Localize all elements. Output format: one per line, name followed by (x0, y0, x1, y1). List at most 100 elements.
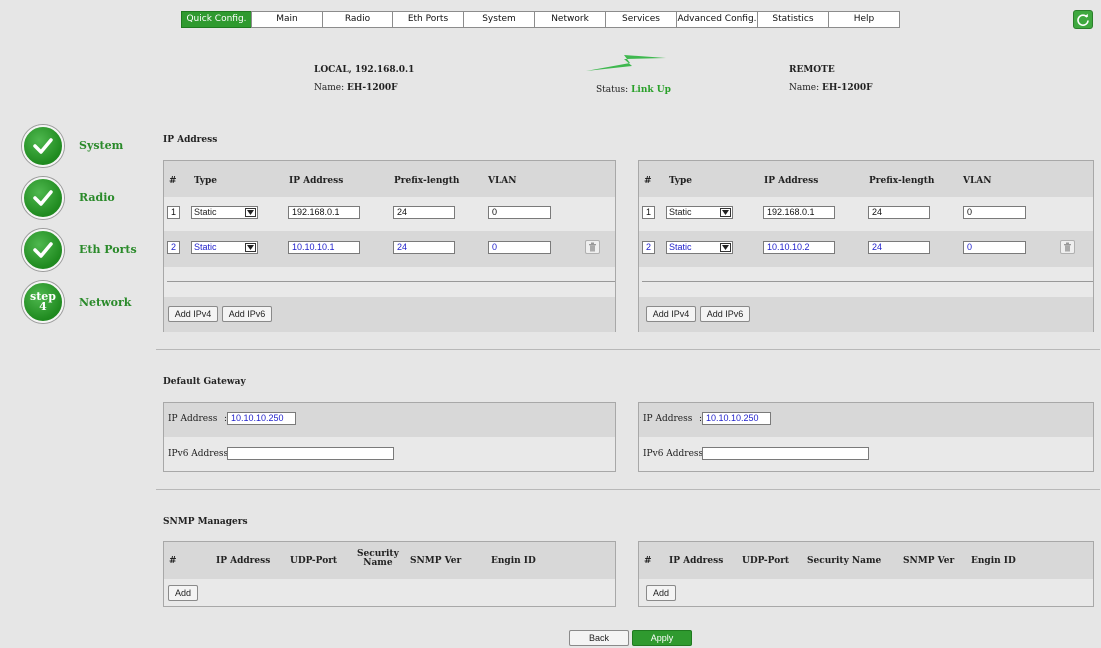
step-badge-number: 4 (39, 300, 47, 313)
col-header-num: # (644, 176, 652, 186)
vlan-field[interactable]: 0 (963, 241, 1026, 254)
tab-main[interactable]: Main (251, 11, 323, 28)
tab-radio[interactable]: Radio (322, 11, 393, 28)
tab-eth-ports[interactable]: Eth Ports (392, 11, 464, 28)
vlan-field[interactable]: 0 (963, 206, 1026, 219)
snmp-col-ver: SNMP Ver (903, 556, 955, 566)
add-ipv4-button[interactable]: Add IPv4 (646, 306, 696, 322)
gateway-ipv6-label: IPv6 Address : (168, 449, 235, 459)
row-number-field[interactable]: 1 (167, 206, 180, 219)
section-divider (156, 349, 1100, 350)
type-select[interactable]: Static (191, 206, 258, 219)
col-header-ip: IP Address (764, 176, 819, 186)
gateway-ipv6-field[interactable] (702, 447, 869, 460)
chevron-down-icon (720, 243, 731, 252)
trash-icon (589, 242, 596, 252)
snmp-col-num: # (644, 556, 652, 566)
remote-title: REMOTE (789, 65, 835, 75)
ip-address-field[interactable]: 10.10.10.1 (288, 241, 360, 254)
refresh-icon (1077, 13, 1089, 26)
tab-advanced-config[interactable]: Advanced Config. (676, 11, 758, 28)
type-select-value: Static (669, 242, 692, 252)
checkmark-icon (33, 138, 53, 154)
local-name-value: EH-1200F (347, 83, 398, 93)
step-label-eth-ports: Eth Ports (79, 243, 137, 256)
gateway-ip-label: IP Address (643, 414, 693, 424)
type-select[interactable]: Static (666, 206, 733, 219)
type-select-value: Static (669, 207, 692, 217)
type-select-value: Static (194, 242, 217, 252)
snmp-col-security: Security Name (807, 556, 882, 566)
local-snmp-panel: # IP Address UDP-Port Security Name SNMP… (163, 541, 616, 607)
step-badge: step 4 (30, 291, 56, 313)
prefix-length-field[interactable]: 24 (393, 206, 455, 219)
step-label-network: Network (79, 296, 132, 309)
vlan-field[interactable]: 0 (488, 241, 551, 254)
back-button[interactable]: Back (569, 630, 629, 646)
ip-address-field[interactable]: 10.10.10.2 (763, 241, 835, 254)
col-header-prefix: Prefix-length (869, 176, 935, 186)
tab-statistics[interactable]: Statistics (757, 11, 829, 28)
snmp-col-ver: SNMP Ver (410, 556, 462, 566)
step-label-system: System (79, 139, 124, 152)
status-label: Status: (596, 85, 629, 95)
chevron-down-icon (245, 243, 256, 252)
step-network-current: step 4 (22, 281, 64, 323)
add-snmp-button[interactable]: Add (646, 585, 676, 601)
snmp-col-security-line2: Name (363, 558, 393, 568)
vlan-field[interactable]: 0 (488, 206, 551, 219)
status-row: Status: Link Up (596, 85, 671, 95)
row-number-field[interactable]: 1 (642, 206, 655, 219)
local-title: LOCAL, 192.168.0.1 (314, 65, 415, 75)
ip-section-title: IP Address (163, 135, 218, 145)
prefix-length-field[interactable]: 24 (868, 241, 930, 254)
local-name-label: Name: (314, 83, 345, 93)
snmp-col-ip: IP Address (216, 556, 271, 566)
tab-quick-config[interactable]: Quick Config. (181, 11, 252, 28)
link-status-icon (586, 55, 666, 71)
tab-services[interactable]: Services (605, 11, 677, 28)
step-label-radio: Radio (79, 191, 115, 204)
apply-button[interactable]: Apply (632, 630, 692, 646)
step-radio-check (22, 177, 64, 219)
ip-address-field[interactable]: 192.168.0.1 (288, 206, 360, 219)
snmp-col-engine: Engin ID (491, 556, 536, 566)
tab-system[interactable]: System (463, 11, 535, 28)
prefix-length-field[interactable]: 24 (393, 241, 455, 254)
type-select-value: Static (194, 207, 217, 217)
col-header-ip: IP Address (289, 176, 344, 186)
gateway-ipv6-field[interactable] (227, 447, 394, 460)
delete-row-button[interactable] (1060, 240, 1075, 254)
row-number-field[interactable]: 2 (167, 241, 180, 254)
local-name-row: Name: EH-1200F (314, 83, 398, 93)
delete-row-button[interactable] (585, 240, 600, 254)
snmp-col-udp: UDP-Port (290, 556, 338, 566)
tab-help[interactable]: Help (828, 11, 900, 28)
step-system-check (22, 125, 64, 167)
gateway-ip-field[interactable]: 10.10.10.250 (702, 412, 771, 425)
col-header-vlan: VLAN (488, 176, 517, 186)
remote-snmp-panel: # IP Address UDP-Port Security Name SNMP… (638, 541, 1094, 607)
checkmark-icon (33, 242, 53, 258)
ip-address-field[interactable]: 192.168.0.1 (763, 206, 835, 219)
add-snmp-button[interactable]: Add (168, 585, 198, 601)
refresh-button[interactable] (1073, 10, 1093, 29)
tab-network[interactable]: Network (534, 11, 606, 28)
add-ipv4-button[interactable]: Add IPv4 (168, 306, 218, 322)
gateway-ip-field[interactable]: 10.10.10.250 (227, 412, 296, 425)
remote-ip-panel: # Type IP Address Prefix-length VLAN 1 S… (638, 160, 1094, 332)
type-select[interactable]: Static (666, 241, 733, 254)
gateway-ip-label: IP Address (168, 414, 218, 424)
snmp-col-ip: IP Address (669, 556, 724, 566)
type-select[interactable]: Static (191, 241, 258, 254)
local-ip-panel: # Type IP Address Prefix-length VLAN 1 S… (163, 160, 616, 332)
prefix-length-field[interactable]: 24 (868, 206, 930, 219)
step-eth-ports-check (22, 229, 64, 271)
snmp-col-udp: UDP-Port (742, 556, 790, 566)
remote-name-row: Name: EH-1200F (789, 83, 873, 93)
add-ipv6-button[interactable]: Add IPv6 (222, 306, 272, 322)
row-number-field[interactable]: 2 (642, 241, 655, 254)
col-header-type: Type (669, 176, 692, 186)
add-ipv6-button[interactable]: Add IPv6 (700, 306, 750, 322)
chevron-down-icon (245, 208, 256, 217)
